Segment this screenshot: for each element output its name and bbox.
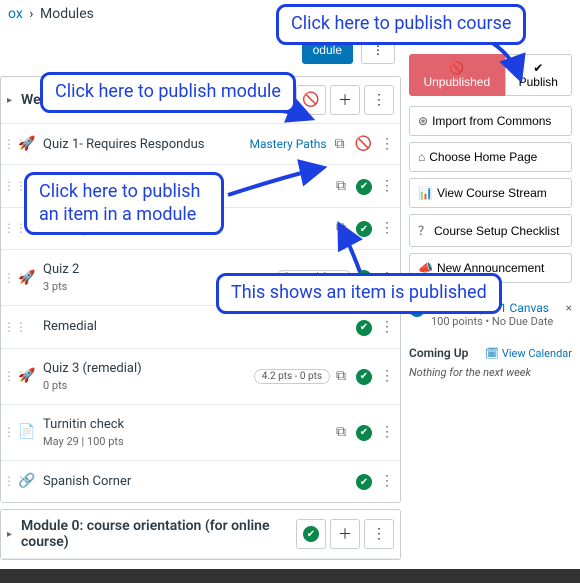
coming-up-empty: Nothing for the next week [409, 366, 572, 379]
item-title[interactable]: Quiz 1- Requires Respondus [43, 137, 249, 152]
drag-grip-icon[interactable]: ⋮⋮ [3, 137, 13, 151]
module-publish-toggle[interactable]: ✔ [296, 519, 326, 549]
item-publish-toggle[interactable]: ✔ [356, 367, 372, 385]
module-kebab[interactable]: ⋮ [364, 519, 394, 549]
item-type-icon: 🔗 [17, 473, 37, 489]
item-publish-toggle[interactable]: ✔ [356, 318, 372, 336]
course-publish-button[interactable]: ✔ Publish [505, 54, 572, 96]
item-kebab[interactable]: ⋮ [380, 178, 394, 194]
copy-icon[interactable]: ⧉ [334, 368, 348, 384]
drag-grip-icon[interactable]: ⋮⋮ [3, 369, 13, 383]
module-item: ⋮⋮ 🚀 Quiz 1- Requires Respondus Mastery … [1, 124, 400, 165]
copy-icon[interactable]: ⧉ [334, 220, 348, 236]
breadcrumb-current: Modules [40, 6, 94, 22]
module-title: Module 0: course orientation (for online… [21, 518, 292, 550]
item-kebab[interactable]: ⋮ [380, 319, 394, 335]
callout-publish-module: Click here to publish module [40, 72, 296, 113]
setup-checklist-button[interactable]: ？Course Setup Checklist [409, 214, 572, 247]
module-item: ⋮⋮ 🔗 Spanish Corner ✔ ⋮ [1, 461, 400, 503]
breadcrumb-sep: › [29, 6, 33, 22]
caret-icon: ▸ [7, 95, 17, 106]
checklist-icon: ？ [418, 224, 430, 238]
item-publish-toggle[interactable]: ✔ [356, 220, 372, 238]
copy-icon[interactable]: ⧉ [334, 178, 348, 194]
todo-sub: 100 points • No Due Date [431, 315, 553, 328]
item-title[interactable]: Quiz 3 (remedial) [43, 361, 254, 376]
module-add-button[interactable]: ＋ [330, 85, 360, 115]
choose-home-button[interactable]: ⌂Choose Home Page [409, 142, 572, 172]
item-publish-toggle[interactable]: 🚫 [355, 136, 372, 152]
mastery-paths-link[interactable]: Mastery Paths [249, 137, 326, 151]
module-add-button[interactable]: ＋ [330, 519, 360, 549]
item-publish-toggle[interactable]: ✔ [356, 177, 372, 195]
drag-grip-icon[interactable]: ⋮⋮ [3, 425, 13, 439]
item-title[interactable]: Spanish Corner [43, 474, 356, 489]
module: ▸ Module 0: course orientation (for onli… [0, 509, 401, 560]
item-publish-toggle[interactable]: ✔ [356, 473, 372, 491]
published-icon: ✔ [356, 425, 372, 441]
course-unpublished-button[interactable]: 🚫 Unpublished [409, 54, 505, 96]
item-type-icon: 📄 [17, 424, 37, 440]
bottom-bar [0, 569, 580, 583]
commons-icon: ⊛ [418, 114, 428, 128]
todo-close-icon[interactable]: × [566, 301, 572, 315]
item-type-icon: 🚀 [17, 368, 37, 384]
published-icon: ✔ [303, 526, 319, 542]
published-icon: ✔ [356, 320, 372, 336]
item-kebab[interactable]: ⋮ [380, 220, 394, 236]
callout-publish-item: Click here to publish an item in a modul… [24, 172, 224, 235]
unpublished-icon: 🚫 [355, 136, 372, 152]
stream-icon: 📊 [418, 186, 433, 200]
drag-grip-icon[interactable]: ⋮⋮ [3, 474, 13, 488]
item-kebab[interactable]: ⋮ [380, 473, 394, 489]
score-pill: 4.2 pts - 0 pts [254, 369, 330, 384]
item-kebab[interactable]: ⋮ [380, 136, 394, 152]
import-commons-button[interactable]: ⊛Import from Commons [409, 106, 572, 136]
item-publish-toggle[interactable]: ✔ [356, 423, 372, 441]
module-item: ⋮⋮ 🚀 Quiz 3 (remedial) 0 pts 4.2 pts - 0… [1, 349, 400, 405]
published-icon: ✔ [356, 221, 372, 237]
drag-grip-icon[interactable]: ⋮⋮ [3, 221, 13, 235]
item-kebab[interactable]: ⋮ [380, 424, 394, 440]
module-header[interactable]: ▸ Module 0: course orientation (for onli… [1, 510, 400, 559]
view-stream-button[interactable]: 📊View Course Stream [409, 178, 572, 208]
item-subtitle: 0 pts [43, 379, 254, 392]
copy-icon[interactable]: ⧉ [333, 136, 347, 152]
calendar-icon: 🗓 [485, 347, 499, 360]
module-publish-toggle[interactable]: 🚫 [296, 85, 326, 115]
item-type-icon: 🚀 [17, 270, 37, 286]
drag-grip-icon[interactable]: ⋮⋮ [3, 320, 13, 334]
module-kebab[interactable]: ⋮ [364, 85, 394, 115]
drag-grip-icon[interactable]: ⋮⋮ [3, 179, 13, 193]
caret-icon: ▸ [7, 529, 17, 540]
item-kebab[interactable]: ⋮ [380, 368, 394, 384]
item-title[interactable]: Remedial [43, 319, 356, 334]
coming-up-heading: Coming Up [409, 346, 468, 360]
view-calendar-link[interactable]: 🗓 View Calendar [485, 347, 572, 360]
callout-item-published: This shows an item is published [216, 273, 502, 314]
home-icon: ⌂ [418, 150, 425, 164]
published-icon: ✔ [356, 179, 372, 195]
item-subtitle: May 29 | 100 pts [43, 435, 334, 448]
unpublished-icon: 🚫 [302, 92, 319, 108]
item-title[interactable]: Turnitin check [43, 417, 334, 432]
item-type-icon: 🚀 [17, 136, 37, 152]
breadcrumb-parent[interactable]: ox [8, 6, 23, 22]
published-icon: ✔ [356, 369, 372, 385]
published-icon: ✔ [356, 474, 372, 490]
module-item: ⋮⋮ 📄 Turnitin check May 29 | 100 pts ⧉ ✔… [1, 405, 400, 461]
callout-publish-course: Click here to publish course [276, 4, 526, 45]
drag-grip-icon[interactable]: ⋮⋮ [3, 271, 13, 285]
copy-icon[interactable]: ⧉ [334, 424, 348, 440]
